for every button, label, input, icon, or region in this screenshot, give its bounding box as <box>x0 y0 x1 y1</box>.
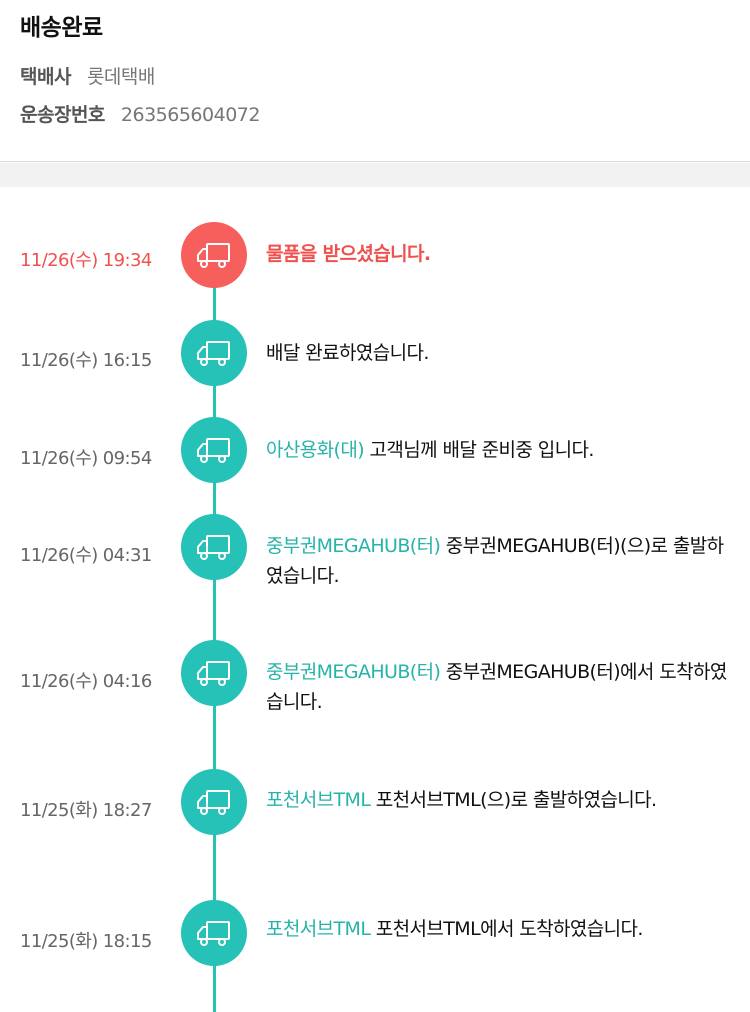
event-message: 배달 완료하였습니다. <box>266 342 429 364</box>
event-message: 아산용화(대) 고객님께 배달 준비중 입니다. <box>266 435 736 465</box>
delivery-summary: 배송완료 택배사 롯데택배 운송장번호 263565604072 <box>0 0 750 162</box>
truck-icon <box>181 320 247 386</box>
event-message-text: 포천서브TML에서 도착하였습니다. <box>375 918 644 940</box>
event-location: 포천서브TML <box>266 789 371 811</box>
event-message: 중부권MEGAHUB(터) 중부권MEGAHUB(터)에서 도착하였습니다. <box>266 657 736 717</box>
event-message-text: 포천서브TML(으)로 출발하였습니다. <box>375 789 657 811</box>
tracking-number-value[interactable]: 263565604072 <box>121 104 261 126</box>
event-location: 포천서브TML <box>266 918 371 940</box>
tracking-number-row: 운송장번호 263565604072 <box>20 100 260 127</box>
event-time: 11/26(수) 04:16 <box>20 671 152 692</box>
truck-icon <box>181 640 247 706</box>
truck-icon <box>181 222 247 288</box>
delivery-status-title: 배송완료 <box>20 15 103 41</box>
section-divider <box>0 163 750 187</box>
carrier-value: 롯데택배 <box>86 66 155 88</box>
event-time: 11/26(수) 19:34 <box>20 250 152 271</box>
event-time: 11/26(수) 09:54 <box>20 448 152 469</box>
event-message: 물품을 받으셨습니다. <box>266 243 431 265</box>
event-location: 아산용화(대) <box>266 439 365 461</box>
carrier-label: 택배사 <box>20 66 71 88</box>
event-location: 중부권MEGAHUB(터) <box>266 661 441 683</box>
event-location: 중부권MEGAHUB(터) <box>266 535 441 557</box>
truck-icon <box>181 514 247 580</box>
carrier-row: 택배사 롯데택배 <box>20 62 155 89</box>
event-time: 11/26(수) 16:15 <box>20 350 152 371</box>
event-message: 포천서브TML 포천서브TML(으)로 출발하였습니다. <box>266 785 736 815</box>
event-time: 11/25(화) 18:15 <box>20 931 152 952</box>
tracking-number-label: 운송장번호 <box>20 104 105 126</box>
event-message-text: 고객님께 배달 준비중 입니다. <box>369 439 594 461</box>
event-message: 중부권MEGAHUB(터) 중부권MEGAHUB(터)(으)로 출발하였습니다. <box>266 531 736 591</box>
event-message: 포천서브TML 포천서브TML에서 도착하였습니다. <box>266 914 736 944</box>
event-time: 11/26(수) 04:31 <box>20 545 152 566</box>
event-time: 11/25(화) 18:27 <box>20 800 152 821</box>
truck-icon <box>181 769 247 835</box>
tracking-timeline: 11/26(수) 19:34 물품을 받으셨습니다. 11/26(수) 16:1… <box>0 187 750 1012</box>
truck-icon <box>181 417 247 483</box>
truck-icon <box>181 900 247 966</box>
